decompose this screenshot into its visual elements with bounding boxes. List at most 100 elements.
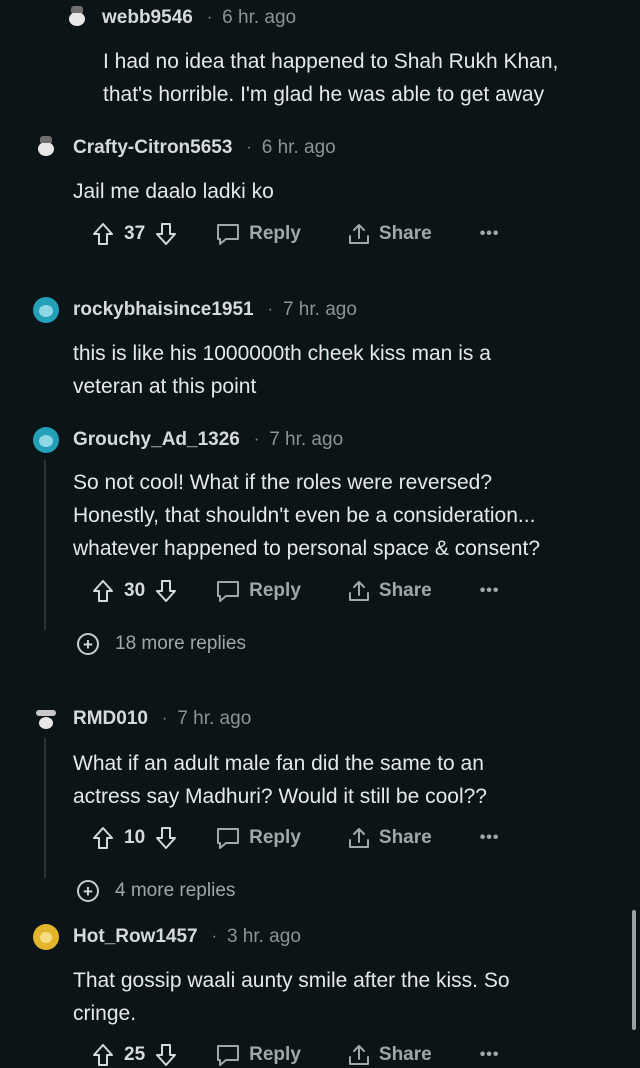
separator-dot: · xyxy=(267,301,273,318)
separator-dot: · xyxy=(246,139,252,156)
more-options-button[interactable]: ••• xyxy=(480,225,500,243)
username[interactable]: Hot_Row1457 xyxy=(73,926,198,948)
reply-label: Reply xyxy=(249,827,301,848)
more-replies-button[interactable]: + 4 more replies xyxy=(77,876,235,906)
separator-dot: · xyxy=(211,928,217,945)
comment-actions: 10 Reply Share ••• xyxy=(92,823,500,853)
spy-snoo-icon[interactable] xyxy=(33,706,59,732)
comment-line: that's horrible. I'm glad he was able to… xyxy=(103,83,545,106)
vote-count: 25 xyxy=(124,1044,146,1065)
comment-line: What if an adult male fan did the same t… xyxy=(73,752,484,775)
timestamp: 6 hr. ago xyxy=(222,7,297,28)
more-replies-button[interactable]: + 18 more replies xyxy=(77,629,246,659)
username[interactable]: webb9546 xyxy=(102,7,193,29)
upvote-icon[interactable] xyxy=(92,1043,114,1067)
share-button[interactable]: Share xyxy=(347,1043,432,1067)
downvote-icon[interactable] xyxy=(155,826,177,850)
comment-line: whatever happened to personal space & co… xyxy=(73,537,540,560)
reply-button[interactable]: Reply xyxy=(215,579,301,603)
upvote-icon[interactable] xyxy=(92,826,114,850)
more-options-button[interactable]: ••• xyxy=(480,1046,500,1064)
timestamp: 3 hr. ago xyxy=(226,926,301,947)
comment-body: What if an adult male fan did the same t… xyxy=(73,747,487,813)
comment-body: Jail me daalo ladki ko xyxy=(73,175,274,208)
reply-button[interactable]: Reply xyxy=(215,222,301,246)
upvote-icon[interactable] xyxy=(92,222,114,246)
upvote-icon[interactable] xyxy=(92,579,114,603)
separator-dot: · xyxy=(253,431,260,448)
speech-bubble-icon xyxy=(215,1043,241,1067)
thread-line xyxy=(44,738,46,878)
share-icon xyxy=(347,826,371,850)
share-label: Share xyxy=(378,1044,432,1065)
more-options-button[interactable]: ••• xyxy=(480,582,500,600)
reply-label: Reply xyxy=(249,1044,301,1065)
more-options-button[interactable]: ••• xyxy=(480,829,500,847)
share-label: Share xyxy=(378,827,432,848)
reply-button[interactable]: Reply xyxy=(215,826,301,850)
comment-header: Grouchy_Ad_1326 · 7 hr. ago xyxy=(33,425,343,455)
comment-body: this is like his 1000000th cheek kiss ma… xyxy=(73,337,491,403)
downvote-icon[interactable] xyxy=(155,579,177,603)
timestamp: 7 hr. ago xyxy=(282,299,357,320)
username[interactable]: rockybhaisince1951 xyxy=(73,299,254,321)
downvote-icon[interactable] xyxy=(155,222,177,246)
comment-body: So not cool! What if the roles were reve… xyxy=(73,466,540,565)
comment-actions: 30 Reply Share ••• xyxy=(92,576,500,606)
snoo-white-icon[interactable] xyxy=(33,135,59,161)
reply-button[interactable]: Reply xyxy=(215,1043,301,1067)
yellow-snoo-icon[interactable] xyxy=(33,924,59,950)
timestamp: 6 hr. ago xyxy=(261,137,336,158)
comment-line: cringe. xyxy=(73,1002,137,1025)
comment-header: rockybhaisince1951 · 7 hr. ago xyxy=(33,295,357,325)
share-label: Share xyxy=(378,580,432,601)
comment-line: Jail me daalo ladki ko xyxy=(73,180,274,203)
comment-header: Hot_Row1457 · 3 hr. ago xyxy=(33,922,301,952)
comment-header: Crafty-Citron5653 · 6 hr. ago xyxy=(33,133,336,163)
share-button[interactable]: Share xyxy=(347,222,432,246)
comment-actions: 37 Reply Share ••• xyxy=(92,219,500,249)
plus-circle-icon: + xyxy=(77,633,99,655)
share-button[interactable]: Share xyxy=(347,579,432,603)
teal-snoo-icon[interactable] xyxy=(33,427,59,453)
comment-line: this is like his 1000000th cheek kiss ma… xyxy=(73,342,491,365)
comment-body: That gossip waali aunty smile after the … xyxy=(73,964,510,1030)
timestamp: 7 hr. ago xyxy=(269,429,344,450)
comment-line: actress say Madhuri? Would it still be c… xyxy=(73,785,487,808)
comment-header: webb9546 · 6 hr. ago xyxy=(64,3,296,33)
comment-header: RMD010 · 7 hr. ago xyxy=(33,704,251,734)
more-replies-label: 4 more replies xyxy=(115,880,236,901)
teal-snoo-icon[interactable] xyxy=(33,297,59,323)
separator-dot: · xyxy=(161,710,168,727)
share-icon xyxy=(347,579,371,603)
share-button[interactable]: Share xyxy=(347,826,432,850)
downvote-icon[interactable] xyxy=(155,1043,177,1067)
plus-circle-icon: + xyxy=(77,880,99,902)
snoo-white-icon[interactable] xyxy=(64,5,90,31)
comment-line: Honestly, that shouldn't even be a consi… xyxy=(73,504,536,527)
username[interactable]: Crafty-Citron5653 xyxy=(73,137,232,159)
username[interactable]: Grouchy_Ad_1326 xyxy=(73,429,240,451)
scrollbar[interactable] xyxy=(632,910,636,1030)
reply-label: Reply xyxy=(249,223,301,244)
comment-line: So not cool! What if the roles were reve… xyxy=(73,471,493,494)
share-icon xyxy=(347,222,371,246)
comment-actions: 25 Reply Share ••• xyxy=(92,1040,500,1068)
speech-bubble-icon xyxy=(215,222,241,246)
more-replies-label: 18 more replies xyxy=(115,633,246,654)
vote-count: 10 xyxy=(124,827,146,848)
speech-bubble-icon xyxy=(215,826,241,850)
comment-line: I had no idea that happened to Shah Rukh… xyxy=(103,50,559,73)
comment-body: I had no idea that happened to Shah Rukh… xyxy=(103,45,558,111)
share-icon xyxy=(347,1043,371,1067)
username[interactable]: RMD010 xyxy=(73,708,148,730)
reply-label: Reply xyxy=(249,580,301,601)
speech-bubble-icon xyxy=(215,579,241,603)
separator-dot: · xyxy=(206,9,213,26)
comment-line: That gossip waali aunty smile after the … xyxy=(73,969,510,992)
comment-line: veteran at this point xyxy=(73,375,257,398)
share-label: Share xyxy=(378,223,432,244)
thread-line xyxy=(44,460,46,630)
timestamp: 7 hr. ago xyxy=(177,708,252,729)
vote-count: 37 xyxy=(124,223,146,244)
